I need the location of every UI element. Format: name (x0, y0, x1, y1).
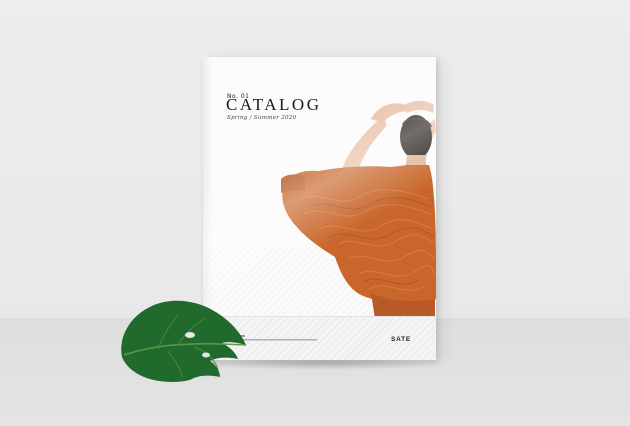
brand-label: SATE (391, 336, 412, 343)
monstera-leaf-icon (121, 300, 247, 382)
model-photo (281, 100, 436, 319)
